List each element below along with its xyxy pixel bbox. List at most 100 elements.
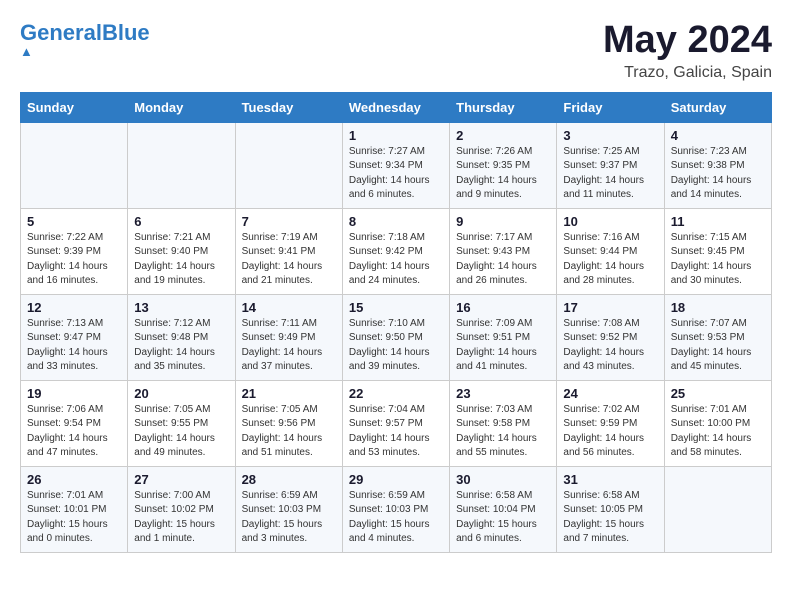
- calendar-cell: 19Sunrise: 7:06 AM Sunset: 9:54 PM Dayli…: [21, 380, 128, 466]
- weekday-header-thursday: Thursday: [450, 92, 557, 122]
- day-info: Sunrise: 7:05 AM Sunset: 9:56 PM Dayligh…: [242, 403, 337, 461]
- day-number: 30: [456, 472, 551, 487]
- day-info: Sunrise: 6:59 AM Sunset: 10:03 PM Daylig…: [242, 489, 337, 547]
- calendar-cell: 13Sunrise: 7:12 AM Sunset: 9:48 PM Dayli…: [128, 294, 235, 380]
- day-info: Sunrise: 7:16 AM Sunset: 9:44 PM Dayligh…: [563, 231, 658, 289]
- day-number: 2: [456, 128, 551, 143]
- day-number: 5: [27, 214, 122, 229]
- calendar-cell: 14 Sunrise: 7:11 AM Sunset: 9:49 PM Dayli…: [235, 294, 342, 380]
- logo-general: General: [20, 20, 102, 45]
- day-info: Sunrise: 7:23 AM Sunset: 9:38 PM Dayligh…: [671, 145, 766, 203]
- day-number: 18: [671, 300, 766, 315]
- logo-sub: ▲: [20, 44, 33, 59]
- day-info: Sunrise: 7:01 AM Sunset: 10:01 PM Daylig…: [27, 489, 122, 547]
- day-info: Sunrise: 6:58 AM Sunset: 10:04 PM Daylig…: [456, 489, 551, 547]
- day-number: 15: [349, 300, 444, 315]
- day-number: 29: [349, 472, 444, 487]
- day-info: Sunrise: 7:22 AM Sunset: 9:39 PM Dayligh…: [27, 231, 122, 289]
- calendar-cell: 20Sunrise: 7:05 AM Sunset: 9:55 PM Dayli…: [128, 380, 235, 466]
- calendar-cell: [128, 122, 235, 208]
- day-info: Sunrise: 7:09 AM Sunset: 9:51 PM Dayligh…: [456, 317, 551, 375]
- day-number: 12: [27, 300, 122, 315]
- day-number: 31: [563, 472, 658, 487]
- weekday-header-monday: Monday: [128, 92, 235, 122]
- weekday-header-wednesday: Wednesday: [342, 92, 449, 122]
- day-info: Sunrise: 7:17 AM Sunset: 9:43 PM Dayligh…: [456, 231, 551, 289]
- calendar-cell: 21 Sunrise: 7:05 AM Sunset: 9:56 PM Dayli…: [235, 380, 342, 466]
- calendar-table: SundayMondayTuesdayWednesdayThursdayFrid…: [20, 92, 772, 553]
- month-title: May 2024: [603, 20, 772, 62]
- day-info: Sunrise: 7:04 AM Sunset: 9:57 PM Dayligh…: [349, 403, 444, 461]
- day-info: Sunrise: 7:08 AM Sunset: 9:52 PM Dayligh…: [563, 317, 658, 375]
- day-info: Sunrise: 7:12 AM Sunset: 9:48 PM Dayligh…: [134, 317, 229, 375]
- calendar-cell: 29 Sunrise: 6:59 AM Sunset: 10:03 PM Dayl…: [342, 466, 449, 552]
- calendar-cell: 30 Sunrise: 6:58 AM Sunset: 10:04 PM Dayl…: [450, 466, 557, 552]
- logo: GeneralBlue ▲: [20, 20, 150, 59]
- day-info: Sunrise: 7:15 AM Sunset: 9:45 PM Dayligh…: [671, 231, 766, 289]
- calendar-cell: [235, 122, 342, 208]
- day-info: Sunrise: 7:19 AM Sunset: 9:41 PM Dayligh…: [242, 231, 337, 289]
- day-number: 1: [349, 128, 444, 143]
- location-title: Trazo, Galicia, Spain: [603, 64, 772, 82]
- day-info: Sunrise: 7:21 AM Sunset: 9:40 PM Dayligh…: [134, 231, 229, 289]
- weekday-header-friday: Friday: [557, 92, 664, 122]
- calendar-cell: 17 Sunrise: 7:08 AM Sunset: 9:52 PM Dayli…: [557, 294, 664, 380]
- day-info: Sunrise: 7:10 AM Sunset: 9:50 PM Dayligh…: [349, 317, 444, 375]
- day-number: 10: [563, 214, 658, 229]
- day-info: Sunrise: 7:07 AM Sunset: 9:53 PM Dayligh…: [671, 317, 766, 375]
- calendar-cell: 11 Sunrise: 7:15 AM Sunset: 9:45 PM Dayli…: [664, 208, 771, 294]
- calendar-cell: 2 Sunrise: 7:26 AM Sunset: 9:35 PM Daylig…: [450, 122, 557, 208]
- calendar-cell: 25 Sunrise: 7:01 AM Sunset: 10:00 PM Dayl…: [664, 380, 771, 466]
- day-number: 23: [456, 386, 551, 401]
- day-info: Sunrise: 7:00 AM Sunset: 10:02 PM Daylig…: [134, 489, 229, 547]
- day-number: 6: [134, 214, 229, 229]
- day-number: 14: [242, 300, 337, 315]
- day-info: Sunrise: 7:11 AM Sunset: 9:49 PM Dayligh…: [242, 317, 337, 375]
- day-info: Sunrise: 7:26 AM Sunset: 9:35 PM Dayligh…: [456, 145, 551, 203]
- calendar-cell: 3 Sunrise: 7:25 AM Sunset: 9:37 PM Daylig…: [557, 122, 664, 208]
- day-number: 4: [671, 128, 766, 143]
- day-number: 16: [456, 300, 551, 315]
- day-info: Sunrise: 7:13 AM Sunset: 9:47 PM Dayligh…: [27, 317, 122, 375]
- day-number: 9: [456, 214, 551, 229]
- calendar-cell: 10 Sunrise: 7:16 AM Sunset: 9:44 PM Dayli…: [557, 208, 664, 294]
- day-info: Sunrise: 7:01 AM Sunset: 10:00 PM Daylig…: [671, 403, 766, 461]
- day-info: Sunrise: 6:59 AM Sunset: 10:03 PM Daylig…: [349, 489, 444, 547]
- day-number: 28: [242, 472, 337, 487]
- day-number: 20: [134, 386, 229, 401]
- day-number: 26: [27, 472, 122, 487]
- logo-text: GeneralBlue: [20, 20, 150, 46]
- title-block: May 2024 Trazo, Galicia, Spain: [603, 20, 772, 82]
- day-number: 3: [563, 128, 658, 143]
- calendar-cell: 23 Sunrise: 7:03 AM Sunset: 9:58 PM Dayli…: [450, 380, 557, 466]
- calendar-cell: [21, 122, 128, 208]
- day-number: 8: [349, 214, 444, 229]
- weekday-header-sunday: Sunday: [21, 92, 128, 122]
- day-info: Sunrise: 7:27 AM Sunset: 9:34 PM Dayligh…: [349, 145, 444, 203]
- day-number: 7: [242, 214, 337, 229]
- calendar-cell: 5 Sunrise: 7:22 AM Sunset: 9:39 PM Daylig…: [21, 208, 128, 294]
- day-info: Sunrise: 6:58 AM Sunset: 10:05 PM Daylig…: [563, 489, 658, 547]
- day-number: 11: [671, 214, 766, 229]
- day-info: Sunrise: 7:18 AM Sunset: 9:42 PM Dayligh…: [349, 231, 444, 289]
- day-info: Sunrise: 7:03 AM Sunset: 9:58 PM Dayligh…: [456, 403, 551, 461]
- calendar-cell: 6 Sunrise: 7:21 AM Sunset: 9:40 PM Daylig…: [128, 208, 235, 294]
- day-number: 21: [242, 386, 337, 401]
- calendar-cell: 26 Sunrise: 7:01 AM Sunset: 10:01 PM Dayl…: [21, 466, 128, 552]
- calendar-cell: 24Sunrise: 7:02 AM Sunset: 9:59 PM Dayli…: [557, 380, 664, 466]
- calendar-cell: 28 Sunrise: 6:59 AM Sunset: 10:03 PM Dayl…: [235, 466, 342, 552]
- day-number: 17: [563, 300, 658, 315]
- calendar-cell: 12 Sunrise: 7:13 AM Sunset: 9:47 PM Dayli…: [21, 294, 128, 380]
- day-number: 25: [671, 386, 766, 401]
- calendar-cell: 1 Sunrise: 7:27 AM Sunset: 9:34 PM Daylig…: [342, 122, 449, 208]
- day-info: Sunrise: 7:25 AM Sunset: 9:37 PM Dayligh…: [563, 145, 658, 203]
- calendar-cell: 9 Sunrise: 7:17 AM Sunset: 9:43 PM Daylig…: [450, 208, 557, 294]
- calendar-cell: 4 Sunrise: 7:23 AM Sunset: 9:38 PM Daylig…: [664, 122, 771, 208]
- weekday-header-tuesday: Tuesday: [235, 92, 342, 122]
- day-number: 27: [134, 472, 229, 487]
- day-number: 19: [27, 386, 122, 401]
- calendar-cell: 18 Sunrise: 7:07 AM Sunset: 9:53 PM Dayli…: [664, 294, 771, 380]
- day-number: 24: [563, 386, 658, 401]
- calendar-cell: 8 Sunrise: 7:18 AM Sunset: 9:42 PM Daylig…: [342, 208, 449, 294]
- day-number: 22: [349, 386, 444, 401]
